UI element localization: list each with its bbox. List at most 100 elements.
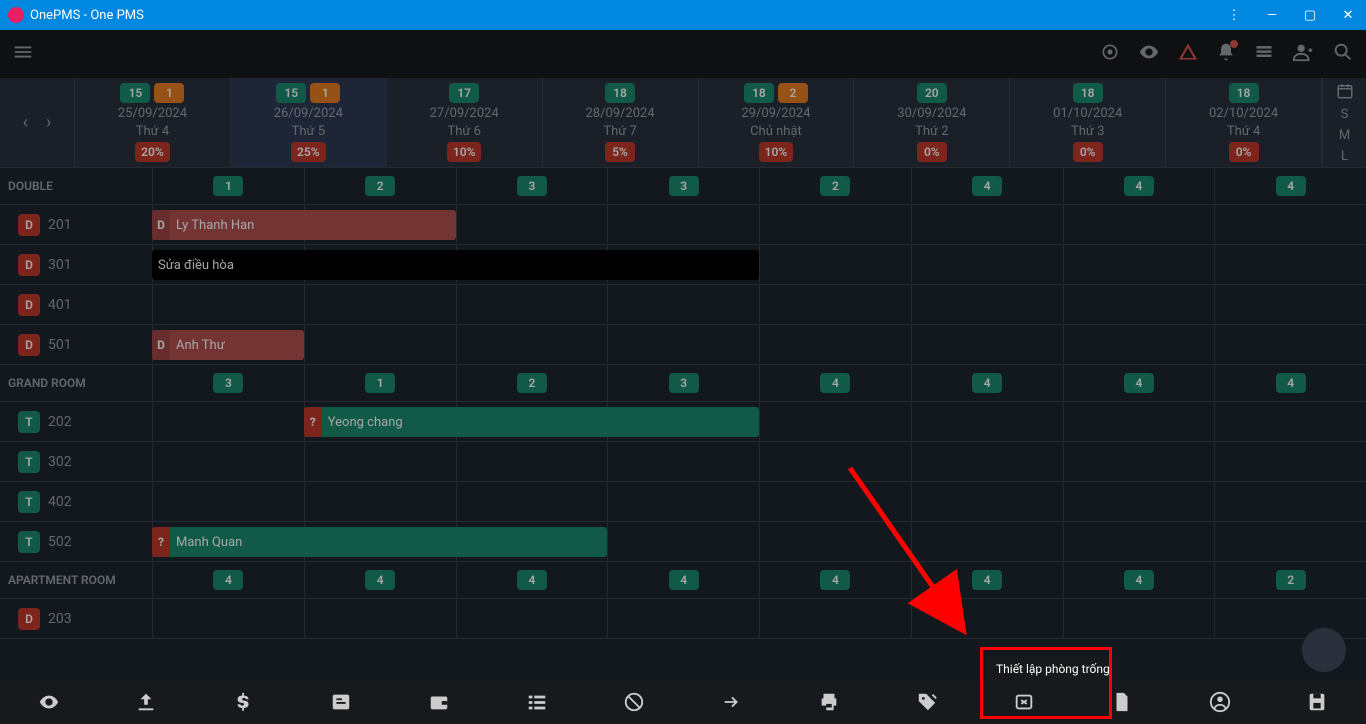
bottombar-tag-icon[interactable] (907, 682, 947, 722)
maximize-icon[interactable]: ▢ (1300, 5, 1320, 25)
room-row[interactable]: T 202 ?Yeong chang (0, 402, 1366, 442)
room-type-tag: T (18, 491, 40, 513)
minimize-icon[interactable]: — (1262, 5, 1282, 25)
date-cell[interactable]: 18 01/10/2024 Thứ 3 0% (1010, 78, 1166, 167)
room-type-tag: T (18, 411, 40, 433)
room-row[interactable]: D301Sửa điều hòa (0, 245, 1366, 285)
appbar (0, 30, 1366, 78)
date-cell[interactable]: 17 27/09/2024 Thứ 6 10% (387, 78, 543, 167)
availability-count: 4 (759, 365, 911, 401)
bottombar-block-icon[interactable] (614, 682, 654, 722)
room-row[interactable]: D 501 DAnh Thư (0, 325, 1366, 365)
section-header: GRAND ROOM31234444 (0, 365, 1366, 402)
availability-count: 2 (759, 168, 911, 204)
room-number: 201 (48, 217, 72, 233)
room-number: 502 (48, 534, 72, 550)
room-number: 401 (48, 297, 72, 313)
bottombar-dollar-icon[interactable] (224, 682, 264, 722)
room-type-tag: T (18, 451, 40, 473)
calendar-picker-icon[interactable] (1323, 78, 1366, 103)
fab-button[interactable] (1302, 628, 1346, 672)
room-number: 203 (48, 611, 72, 627)
bottombar-note-icon[interactable] (321, 682, 361, 722)
date-cell[interactable]: 20 30/09/2024 Thứ 2 0% (854, 78, 1010, 167)
list-icon[interactable] (1254, 42, 1274, 66)
availability-count: 1 (304, 365, 456, 401)
visibility-icon[interactable] (1138, 41, 1160, 67)
room-number: 302 (48, 454, 72, 470)
availability-count: 3 (607, 168, 759, 204)
date-cell[interactable]: 182 29/09/2024 Chủ nhật 10% (699, 78, 855, 167)
room-number: 202 (48, 414, 72, 430)
availability-count: 4 (304, 562, 456, 598)
titlebar: OnePMS - One PMS ⋮ — ▢ ✕ (0, 0, 1366, 30)
availability-count: 3 (607, 365, 759, 401)
target-icon[interactable] (1100, 42, 1120, 66)
availability-count: 4 (759, 562, 911, 598)
room-type-tag: D (18, 608, 40, 630)
prev-day-button[interactable]: ‹ (23, 112, 28, 133)
booking-bar[interactable]: DAnh Thư (152, 330, 304, 360)
bottombar-eye-icon[interactable] (29, 682, 69, 722)
bottombar-print-icon[interactable] (809, 682, 849, 722)
room-type-tag: T (18, 531, 40, 553)
room-row[interactable]: D 201 DLy Thanh Han (0, 205, 1366, 245)
availability-count: 4 (911, 365, 1063, 401)
notifications-icon[interactable] (1216, 42, 1236, 66)
tooltip: Thiết lập phòng trống (986, 656, 1120, 682)
bottombar-save-icon[interactable] (1297, 682, 1337, 722)
availability-count: 4 (456, 562, 608, 598)
date-cell[interactable]: 18 02/10/2024 Thứ 4 0% (1166, 78, 1322, 167)
section-name: GRAND ROOM (0, 365, 152, 401)
availability-count: 4 (1214, 168, 1366, 204)
room-row[interactable]: D 203 (0, 599, 1366, 639)
bottombar-arrow-icon[interactable] (712, 682, 752, 722)
room-row[interactable]: D 401 (0, 285, 1366, 325)
date-cell[interactable]: 151 26/09/2024 Thứ 5 25% (231, 78, 387, 167)
view-mode-column: S M L (1322, 78, 1366, 167)
close-icon[interactable]: ✕ (1338, 5, 1358, 25)
booking-bar[interactable]: ?Manh Quan (152, 527, 607, 557)
availability-count: 4 (1063, 168, 1215, 204)
room-type-tag: D (18, 334, 40, 356)
booking-bar[interactable]: DLy Thanh Han (152, 210, 456, 240)
view-s-button[interactable]: S (1323, 103, 1366, 124)
search-icon[interactable] (1332, 41, 1354, 67)
menu-icon[interactable] (12, 41, 34, 67)
availability-count: 2 (1214, 562, 1366, 598)
room-grid: DOUBLE12332444D201DLy Thanh HanD301Sửa đ… (0, 168, 1366, 674)
section-header: DOUBLE12332444 (0, 168, 1366, 205)
view-l-button[interactable]: L (1323, 146, 1366, 167)
room-row[interactable]: T402 (0, 482, 1366, 522)
more-icon[interactable]: ⋮ (1224, 5, 1244, 25)
bottombar-cancel-icon[interactable] (1004, 682, 1044, 722)
availability-count: 4 (911, 562, 1063, 598)
view-m-button[interactable]: M (1323, 125, 1366, 146)
date-cell[interactable]: 18 28/09/2024 Thứ 7 5% (543, 78, 699, 167)
availability-count: 4 (1063, 562, 1215, 598)
bottombar-account-icon[interactable] (1200, 682, 1240, 722)
room-number: 501 (48, 337, 72, 353)
booking-bar[interactable]: ?Yeong chang (304, 407, 759, 437)
date-cell[interactable]: 151 25/09/2024 Thứ 4 20% (75, 78, 231, 167)
bottombar-file-icon[interactable] (1102, 682, 1142, 722)
room-row[interactable]: T 502 ?Manh Quan (0, 522, 1366, 562)
section-header: APARTMENT ROOM44444442 (0, 562, 1366, 599)
room-type-tag: D (18, 214, 40, 236)
room-row[interactable]: T 302 (0, 442, 1366, 482)
section-name: APARTMENT ROOM (0, 562, 152, 598)
availability-count: 3 (456, 168, 608, 204)
date-nav: ‹ › (0, 78, 75, 167)
bottombar-checkin-icon[interactable] (126, 682, 166, 722)
bottombar-wallet-icon[interactable] (419, 682, 459, 722)
room-type-tag: D (18, 294, 40, 316)
bottombar-list-icon[interactable] (517, 682, 557, 722)
next-day-button[interactable]: › (46, 112, 51, 133)
date-header: ‹ › 151 25/09/2024 Thứ 4 20% 151 26/09/2… (0, 78, 1366, 168)
alert-icon[interactable] (1178, 42, 1198, 66)
booking-bar[interactable]: Sửa điều hòa (152, 250, 759, 280)
availability-count: 4 (152, 562, 304, 598)
bottombar (0, 680, 1366, 724)
add-user-icon[interactable] (1292, 41, 1314, 67)
window-title: OnePMS - One PMS (30, 8, 1224, 23)
